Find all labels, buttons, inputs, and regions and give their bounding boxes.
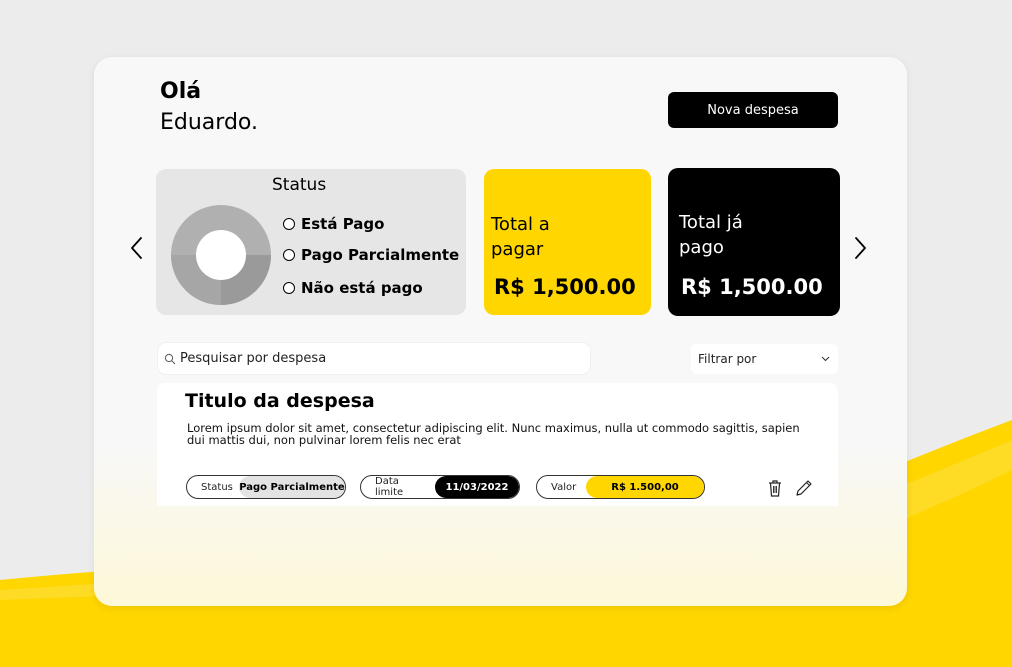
- radio-icon: [283, 282, 295, 294]
- status-pill-label: Status: [201, 481, 233, 493]
- total-to-pay-card: Total a pagar R$ 1,500.00: [484, 169, 651, 315]
- total-paid-amount: R$ 1,500.00: [681, 275, 823, 299]
- legend-label: Está Pago: [301, 215, 385, 233]
- expense-value-pill: Valor R$ 1.500,00: [536, 475, 705, 499]
- trash-icon[interactable]: [765, 478, 785, 498]
- legend-label: Pago Parcialmente: [301, 246, 460, 264]
- due-pill-label: Data limite: [375, 476, 404, 498]
- status-title: Status: [272, 175, 327, 195]
- expense-status-pill: Status Pago Parcialmente: [186, 475, 346, 499]
- total-to-pay-label: Total a pagar: [491, 212, 550, 262]
- new-expense-button[interactable]: Nova despesa: [668, 92, 838, 128]
- chevron-down-icon: [821, 356, 830, 362]
- greeting-name: Eduardo.: [160, 110, 258, 135]
- legend-label: Não está pago: [301, 279, 423, 297]
- filter-label: Filtrar por: [698, 352, 757, 366]
- search-input[interactable]: Pesquisar por despesa: [158, 343, 590, 374]
- search-icon: [164, 353, 176, 364]
- filter-select[interactable]: Filtrar por: [691, 344, 838, 374]
- status-pill-value: Pago Parcialmente: [238, 476, 345, 498]
- total-paid-label-line2: pago: [679, 237, 724, 258]
- total-paid-label-line1: Total já: [679, 212, 743, 233]
- arrow-right-icon[interactable]: [850, 235, 870, 261]
- main-card: [94, 57, 907, 606]
- total-to-pay-label-line1: Total a: [491, 214, 550, 235]
- value-pill-label: Valor: [551, 481, 577, 493]
- arrow-left-icon[interactable]: [127, 235, 147, 261]
- total-to-pay-label-line2: pagar: [491, 239, 544, 260]
- greeting-hello: Olá: [160, 79, 202, 104]
- legend-item-unpaid: Não está pago: [283, 278, 463, 298]
- expense-due-date-pill: Data limite 11/03/2022: [360, 475, 520, 499]
- expense-title: Titulo da despesa: [185, 390, 375, 412]
- value-pill-amount: R$ 1.500,00: [586, 476, 704, 498]
- due-pill-value: 11/03/2022: [434, 476, 519, 498]
- total-paid-card: Total já pago R$ 1,500.00: [668, 168, 840, 316]
- total-paid-label: Total já pago: [679, 210, 743, 260]
- search-placeholder: Pesquisar por despesa: [180, 351, 327, 366]
- legend-item-paid: Está Pago: [283, 214, 463, 234]
- pencil-icon[interactable]: [794, 478, 814, 498]
- expense-description: Lorem ipsum dolor sit amet, consectetur …: [187, 421, 800, 447]
- radio-icon: [283, 249, 295, 261]
- status-donut-chart: [171, 205, 271, 305]
- total-to-pay-amount: R$ 1,500.00: [494, 275, 636, 299]
- radio-icon: [283, 218, 295, 230]
- legend-item-partial: Pago Parcialmente: [283, 245, 463, 265]
